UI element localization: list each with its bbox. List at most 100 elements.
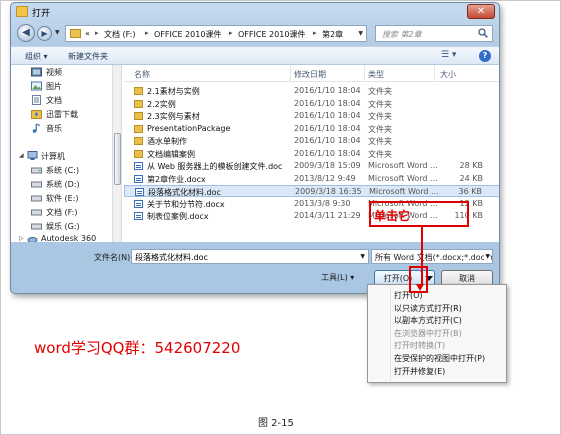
column-header-size[interactable]: 大小 bbox=[440, 69, 456, 80]
qq-group-note: word学习QQ群：542607220 bbox=[34, 339, 241, 357]
sidebar-item-label: 系统 (D:) bbox=[46, 180, 80, 189]
breadcrumb-overflow[interactable]: « bbox=[85, 29, 90, 38]
column-divider[interactable] bbox=[364, 65, 365, 81]
file-name: 2.1素材与实例 bbox=[147, 87, 200, 96]
folder-icon bbox=[134, 99, 143, 108]
view-options-button[interactable]: ☰ ▾ bbox=[441, 50, 456, 60]
table-row[interactable]: 第2章作业.docx 2013/8/12 9:49 Microsoft Word .… bbox=[124, 173, 499, 185]
sidebar-item-label: 系统 (C:) bbox=[46, 166, 80, 175]
file-type: Microsoft Word ... bbox=[369, 187, 439, 196]
file-name: 制表位案例.docx bbox=[147, 212, 209, 221]
file-name: 2.2实例 bbox=[147, 99, 176, 109]
breadcrumb[interactable]: OFFICE 2010课件 bbox=[238, 29, 305, 40]
pictures-library-icon bbox=[31, 81, 42, 91]
close-button[interactable]: ✕ bbox=[467, 4, 495, 19]
table-row[interactable]: 文档编辑案例 2016/1/10 18:04 文件夹 bbox=[124, 148, 499, 160]
open-options-menu: 打开(O) 以只读方式打开(R) 以副本方式打开(C) 在浏览器中打开(B) 打开时转换… bbox=[367, 284, 507, 383]
sidebar-item-label: 文档 (F:) bbox=[46, 208, 78, 217]
sidebar-item-label: 音乐 bbox=[46, 124, 62, 133]
organize-menu[interactable]: 组织 ▾ bbox=[25, 51, 48, 62]
file-date: 2016/1/10 18:04 bbox=[294, 123, 361, 133]
tools-menu-button[interactable]: 工具(L) ▾ bbox=[321, 272, 354, 283]
filename-input[interactable]: 段落格式化材料.doc ▼ bbox=[131, 249, 369, 264]
table-row[interactable]: 2.2实例 2016/1/10 18:04 文件夹 bbox=[124, 98, 499, 110]
word-document-icon bbox=[134, 162, 143, 170]
breadcrumb[interactable]: 文档 (F:) bbox=[104, 29, 135, 40]
help-icon[interactable]: ? bbox=[479, 50, 491, 62]
menu-item[interactable]: 以副本方式打开(C) bbox=[394, 315, 462, 326]
file-size: 36 KB bbox=[458, 187, 482, 196]
navigation-scrollbar[interactable] bbox=[112, 65, 122, 242]
menu-item: 在浏览器中打开(B) bbox=[394, 328, 462, 338]
table-row[interactable]: PresentationPackage 2016/1/10 18:04 文件夹 bbox=[124, 123, 499, 135]
address-bar[interactable]: « ▸ 文档 (F:) ▸ OFFICE 2010课件 ▸ OFFICE 201… bbox=[65, 25, 367, 42]
chevron-down-icon[interactable]: ▼ bbox=[360, 253, 365, 260]
forward-button[interactable]: ▶ bbox=[37, 26, 52, 41]
drive-icon bbox=[31, 167, 42, 174]
sidebar-item-label: 视频 bbox=[46, 68, 62, 77]
menu-gutter bbox=[390, 287, 391, 381]
file-name: 段落格式化材料.doc bbox=[148, 188, 221, 197]
chevron-down-icon[interactable]: ▼ bbox=[484, 253, 490, 260]
table-row[interactable]: 从 Web 服务器上的模板创建文件.doc 2009/3/18 15:09 Micr… bbox=[124, 160, 499, 172]
sidebar-item-label: 计算机 bbox=[41, 152, 65, 161]
file-type: 文件夹 bbox=[368, 137, 392, 146]
column-divider[interactable] bbox=[290, 65, 291, 81]
navigation-pane: 视频 图片 文档 迅雷下载 音乐 ◢ 计算机 系统 (C:) 系统 (D:) 软… bbox=[11, 65, 111, 242]
file-date: 2014/3/11 21:29 bbox=[294, 211, 361, 220]
word-document-icon bbox=[135, 188, 144, 196]
menu-item[interactable]: 以只读方式打开(R) bbox=[394, 303, 462, 314]
file-type: 文件夹 bbox=[368, 99, 392, 109]
file-date: 2009/3/18 16:35 bbox=[295, 187, 362, 196]
thunder-download-icon bbox=[31, 110, 42, 119]
file-type: Microsoft Word ... bbox=[368, 173, 438, 183]
column-header-name[interactable]: 名称 bbox=[134, 69, 150, 80]
breadcrumb[interactable]: 第2章 bbox=[322, 29, 343, 40]
table-row[interactable]: 段落格式化材料.doc 2009/3/18 16:35 Microsoft Word… bbox=[124, 185, 499, 197]
file-date: 2016/1/10 18:04 bbox=[294, 98, 361, 108]
file-name: 关于节和分节符.docx bbox=[147, 199, 225, 209]
computer-icon bbox=[27, 151, 38, 160]
word-document-icon bbox=[134, 212, 143, 220]
folder-icon bbox=[134, 137, 143, 145]
chevron-down-icon[interactable]: ▼ bbox=[358, 30, 363, 37]
table-row[interactable]: 酒水单制作 2016/1/10 18:04 文件夹 bbox=[124, 135, 499, 147]
new-folder-button[interactable]: 新建文件夹 bbox=[68, 51, 108, 62]
chevron-right-icon: ▸ bbox=[229, 29, 233, 37]
menu-item[interactable]: 在受保护的视图中打开(P) bbox=[394, 353, 485, 364]
video-library-icon bbox=[31, 67, 42, 77]
search-icon[interactable] bbox=[478, 28, 488, 38]
sidebar-item-label: 迅雷下载 bbox=[46, 110, 78, 119]
filename-value: 段落格式化材料.doc bbox=[135, 253, 208, 262]
folder-icon bbox=[70, 29, 81, 38]
command-bar: 组织 ▾ 新建文件夹 ☰ ▾ ? bbox=[11, 46, 499, 65]
scrollbar-thumb[interactable] bbox=[114, 133, 121, 185]
back-button[interactable]: ◀ bbox=[17, 24, 35, 42]
table-row[interactable]: 2.3实例与素材 2016/1/10 18:04 文件夹 bbox=[124, 110, 499, 122]
menu-item[interactable]: 打开并修复(E) bbox=[394, 366, 445, 377]
chevron-right-icon: ▸ bbox=[313, 29, 317, 37]
file-date: 2016/1/10 18:04 bbox=[294, 86, 361, 95]
file-date: 2016/1/10 18:04 bbox=[294, 136, 361, 145]
sidebar-item-label: Autodesk 360 bbox=[41, 234, 97, 242]
file-type: 文件夹 bbox=[368, 87, 392, 96]
table-row[interactable]: 2.1素材与实例 2016/1/10 18:04 文件夹 bbox=[124, 85, 499, 97]
column-divider[interactable] bbox=[434, 65, 435, 81]
file-type: 文件夹 bbox=[368, 112, 392, 121]
search-input[interactable]: 搜索 第2章 bbox=[375, 25, 493, 42]
file-date: 2013/3/8 9:30 bbox=[294, 198, 351, 208]
search-placeholder: 搜索 第2章 bbox=[382, 30, 422, 39]
recent-pages-dropdown[interactable]: ▼ bbox=[55, 29, 60, 36]
column-header-type[interactable]: 类型 bbox=[368, 69, 384, 80]
file-type: 文件夹 bbox=[368, 149, 392, 159]
file-type-select[interactable]: 所有 Word 文档(*.docx;*.docm;*.dotx ▼ bbox=[371, 249, 493, 264]
collapse-arrow-icon[interactable]: ◢ bbox=[19, 152, 24, 159]
filename-label: 文件名(N): bbox=[94, 253, 133, 262]
folder-icon bbox=[134, 112, 143, 120]
file-date: 2016/1/10 18:04 bbox=[294, 111, 361, 120]
breadcrumb[interactable]: OFFICE 2010课件 bbox=[154, 29, 221, 40]
column-header-date[interactable]: 修改日期 bbox=[294, 69, 326, 80]
expand-arrow-icon[interactable]: ▷ bbox=[19, 235, 24, 242]
file-name: PresentationPackage bbox=[147, 123, 231, 133]
file-size: 24 KB bbox=[459, 173, 483, 183]
